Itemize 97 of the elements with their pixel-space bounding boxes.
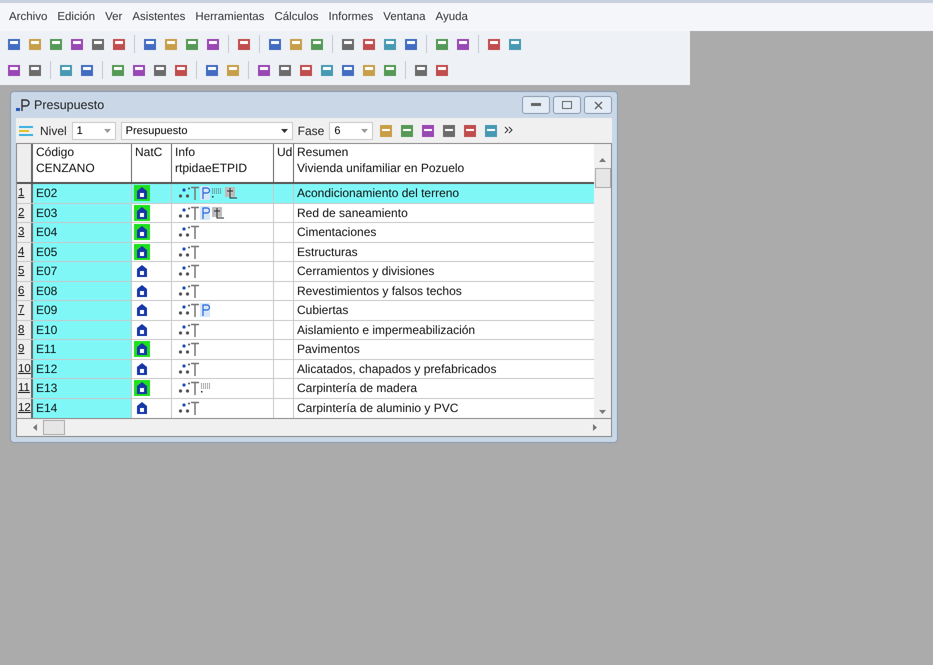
t-icon <box>191 401 199 416</box>
view-dropdown[interactable]: Presupuesto <box>120 122 293 140</box>
t-icon <box>191 225 199 240</box>
scroll-down-icon[interactable] <box>599 410 606 414</box>
t-icon <box>191 381 199 396</box>
tree-icon <box>178 284 190 297</box>
phase-dropdown[interactable]: 6 <box>329 122 374 140</box>
scroll-thumb[interactable] <box>594 168 610 188</box>
maximize-button[interactable] <box>553 96 581 114</box>
table-cell-text: Cubiertas <box>296 302 350 320</box>
row-number[interactable]: 4 <box>17 242 33 261</box>
tree-icon <box>178 343 190 356</box>
t-icon <box>191 186 199 200</box>
tree-icon <box>178 206 190 219</box>
table-cell: E05 <box>33 242 132 261</box>
table-cell: E02 <box>33 184 132 202</box>
scroll-up-icon[interactable] <box>599 158 606 162</box>
row-number[interactable]: 9 <box>17 340 33 358</box>
dots-grid-icon <box>211 188 223 198</box>
ruler-icon <box>224 186 238 200</box>
level-dropdown[interactable]: 1 <box>72 122 116 140</box>
t-icon <box>191 362 199 376</box>
menu-item[interactable]: Ventana <box>378 11 431 23</box>
tree-icon <box>178 382 190 394</box>
menu-item[interactable]: Informes <box>324 11 378 23</box>
p-icon <box>200 303 210 318</box>
p-icon <box>200 206 210 220</box>
table-cell: E14 <box>33 398 132 418</box>
table-cell: E12 <box>33 360 132 378</box>
scroll-right-icon[interactable] <box>593 424 597 431</box>
t-icon <box>191 342 199 356</box>
table-cell: E03 <box>33 204 132 222</box>
table-cell: E10 <box>33 320 132 339</box>
table-cell: E09 <box>33 301 132 320</box>
phase-label: Fase <box>298 124 324 138</box>
table-cell: E08 <box>33 282 132 300</box>
table-cell-text: Aislamiento e impermeabilización <box>296 322 476 339</box>
menu-item[interactable]: Cálculos <box>269 11 324 23</box>
table-cell-text: Alicatados, chapados y prefabricados <box>296 360 498 378</box>
tree-icon <box>178 246 190 258</box>
row-number[interactable]: 7 <box>17 301 33 320</box>
table-cell: E11 <box>33 340 132 358</box>
table-cell-text: Carpintería de aluminio y PVC <box>296 400 460 418</box>
window-title: Presupuesto <box>34 98 104 112</box>
vertical-scrollbar[interactable] <box>594 144 611 418</box>
tree-icon <box>178 187 190 200</box>
row-number[interactable]: 1 <box>17 184 33 202</box>
table-cell-text: Revestimientos y falsos techos <box>296 282 463 300</box>
tree-icon <box>178 402 190 414</box>
dots-grid-icon <box>200 383 212 394</box>
close-icon <box>594 100 602 110</box>
tree-icon <box>178 226 190 238</box>
minimize-icon <box>531 103 541 107</box>
maximize-icon <box>562 101 572 109</box>
row-number[interactable]: 11 <box>17 379 33 398</box>
more-icon[interactable] <box>504 126 514 136</box>
row-number[interactable]: 8 <box>17 320 33 339</box>
tree-icon <box>178 304 190 316</box>
horizontal-scrollbar[interactable] <box>16 419 612 437</box>
t-icon <box>191 206 199 220</box>
table-cell-text: Carpintería de madera <box>296 380 418 398</box>
minimize-button[interactable] <box>522 96 550 114</box>
table-cell-text: Pavimentos <box>296 341 361 358</box>
table-cell: Acondicionamiento del terreno <box>294 184 594 202</box>
p-icon <box>200 186 210 200</box>
row-number[interactable]: 5 <box>17 262 33 280</box>
close-button[interactable] <box>584 96 612 114</box>
menu-item[interactable]: Ver <box>100 11 128 23</box>
row-number[interactable]: 6 <box>17 282 33 300</box>
t-icon <box>191 303 199 318</box>
table-cell-text: Estructuras <box>296 244 359 261</box>
table-cell: E07 <box>33 262 132 280</box>
scroll-thumb[interactable] <box>43 420 65 435</box>
t-icon <box>191 322 199 337</box>
row-number[interactable]: 12 <box>17 398 33 418</box>
row-number[interactable]: 2 <box>17 204 33 222</box>
menu-item[interactable]: Archivo <box>4 11 52 23</box>
t-icon <box>191 284 199 298</box>
menu-item[interactable]: Herramientas <box>190 11 270 23</box>
table-cell-text: Cimentaciones <box>296 224 378 242</box>
table-cell-text: Cerramientos y divisiones <box>296 263 436 280</box>
menu-item[interactable]: Edición <box>52 11 100 23</box>
level-label: Nivel <box>40 124 67 138</box>
t-icon <box>191 244 199 259</box>
table-cell-text: Red de saneamiento <box>296 204 409 222</box>
menu-item[interactable]: Ayuda <box>430 11 473 23</box>
table-cell: E13 <box>33 379 132 398</box>
tree-icon <box>178 324 190 336</box>
menu-item[interactable]: Asistentes <box>127 11 190 23</box>
t-icon <box>191 264 199 278</box>
tree-icon <box>178 362 190 375</box>
scroll-left-icon[interactable] <box>33 424 37 431</box>
table-cell: E04 <box>33 223 132 242</box>
ruler-icon <box>211 206 225 220</box>
row-number[interactable]: 3 <box>17 223 33 242</box>
row-number[interactable]: 10 <box>17 360 33 378</box>
tree-icon <box>178 265 190 278</box>
